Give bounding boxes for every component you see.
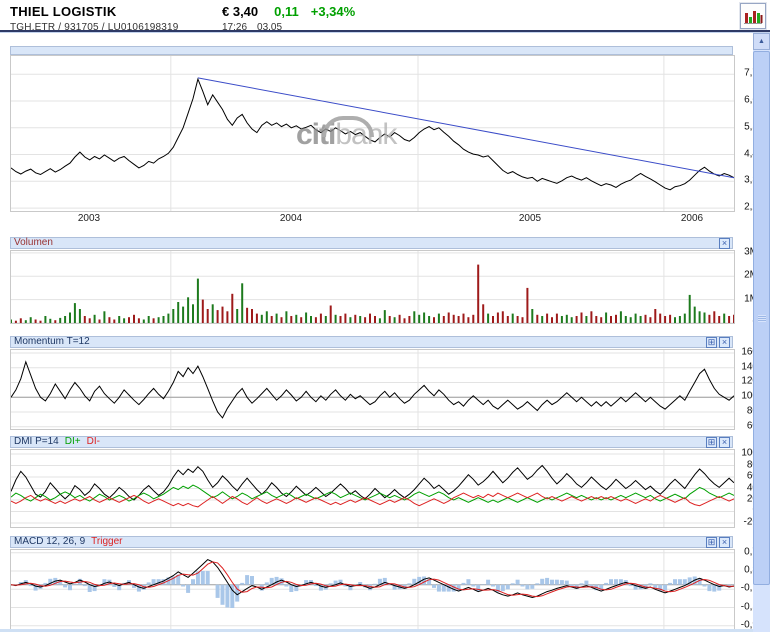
close-icon[interactable]: × [719, 536, 730, 548]
macd-panel-header: MACD 12, 26, 9 Trigger ⊞ × [10, 536, 733, 548]
header-divider-highlight [0, 32, 770, 33]
year-label: 2006 [680, 213, 704, 224]
instrument-block: THIEL LOGISTIK TGH.ETR / 931705 / LU0106… [10, 4, 179, 33]
macd-title-text: MACD 12, 26, 9 [14, 536, 86, 547]
macd-trigger-legend: Trigger [91, 536, 123, 547]
instrument-name: THIEL LOGISTIK [10, 4, 117, 19]
dmi-title: DMI P=14 DI+ DI- [14, 437, 100, 447]
x-axis-year-labels: 2003 2004 2005 2006 [10, 211, 733, 225]
dmi-chart [10, 449, 735, 528]
scrollbar-thumb[interactable] [753, 51, 770, 585]
chart-type-button[interactable] [739, 2, 767, 30]
last-price: € 3,40 [222, 4, 259, 19]
momentum-buttons: ⊞ × [706, 336, 730, 348]
change-absolute: 0,11 [274, 4, 299, 19]
close-icon[interactable]: × [719, 336, 730, 348]
dmi-di-minus-legend: DI- [86, 436, 100, 447]
momentum-panel-header: Momentum T=12 ⊞ × [10, 336, 733, 348]
macd-chart [10, 549, 735, 630]
dmi-buttons: ⊞ × [706, 436, 730, 448]
dmi-di-plus-legend: DI+ [64, 436, 81, 447]
grid-icon[interactable]: ⊞ [706, 436, 717, 448]
year-label: 2005 [518, 213, 542, 224]
momentum-chart [10, 349, 735, 430]
grid-icon[interactable]: ⊞ [706, 336, 717, 348]
macd-title: MACD 12, 26, 9 Trigger [14, 537, 122, 547]
price-row: € 3,40 0,11 +3,34% [222, 4, 355, 19]
volumen-title: Volumen [14, 237, 53, 248]
quote-block: € 3,40 0,11 +3,34% 17:26 03.05 [222, 4, 355, 33]
vertical-scrollbar[interactable]: ▲ [753, 33, 770, 632]
macd-buttons: ⊞ × [706, 536, 730, 548]
price-chart [10, 55, 735, 212]
volumen-buttons: × [719, 237, 730, 249]
change-percent: +3,34% [310, 4, 356, 19]
close-icon[interactable]: × [719, 237, 730, 249]
scrollbar-grip [758, 315, 766, 322]
momentum-title: Momentum T=12 [14, 336, 90, 347]
year-label: 2004 [279, 213, 303, 224]
dmi-title-text: DMI P=14 [14, 436, 59, 447]
dmi-panel-header: DMI P=14 DI+ DI- ⊞ × [10, 436, 733, 448]
bar-chart-icon [741, 7, 765, 27]
quote-header: THIEL LOGISTIK TGH.ETR / 931705 / LU0106… [0, 0, 770, 33]
grid-icon[interactable]: ⊞ [706, 536, 717, 548]
close-icon[interactable]: × [719, 436, 730, 448]
chart-window: THIEL LOGISTIK TGH.ETR / 931705 / LU0106… [0, 0, 770, 632]
price-panel-header [10, 46, 733, 55]
volume-chart [10, 250, 735, 324]
up-arrow-icon[interactable]: ▲ [753, 33, 770, 50]
volumen-panel-header: Volumen × [10, 237, 733, 249]
year-label: 2003 [77, 213, 101, 224]
